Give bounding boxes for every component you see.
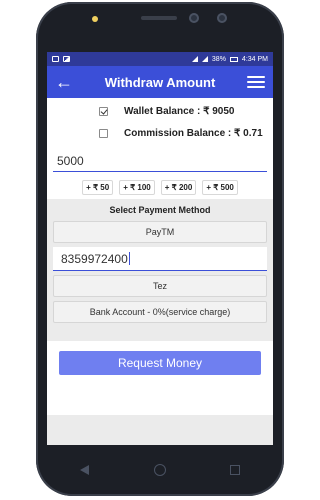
hamburger-menu-icon[interactable] bbox=[246, 76, 265, 88]
arrow-left-icon[interactable]: ← bbox=[55, 73, 73, 91]
balance-section: Wallet Balance : ₹ 9050 Commission Balan… bbox=[47, 98, 273, 199]
cta-area: Request Money bbox=[47, 341, 273, 415]
sensor-dot bbox=[92, 16, 98, 22]
commission-balance-checkbox[interactable] bbox=[99, 128, 108, 138]
phone-number-value: 8359972400 bbox=[61, 251, 128, 266]
front-camera-icon bbox=[189, 13, 199, 23]
speaker-grille bbox=[141, 16, 177, 20]
nav-home-icon[interactable] bbox=[153, 464, 166, 476]
wallet-balance-option[interactable]: Wallet Balance : ₹ 9050 bbox=[53, 100, 267, 122]
app-screen: 38% 4:34 PM ← Withdraw Amount Wallet Bal… bbox=[47, 52, 273, 445]
phone-number-input[interactable]: 8359972400 bbox=[53, 247, 267, 271]
hardware-nav-keys bbox=[80, 458, 240, 482]
amount-value: 5000 bbox=[57, 153, 84, 168]
quick-add-row: + ₹ 50 + ₹ 100 + ₹ 200 + ₹ 500 bbox=[53, 180, 267, 195]
quick-add-200-button[interactable]: + ₹ 200 bbox=[160, 180, 197, 195]
request-money-button[interactable]: Request Money bbox=[59, 351, 261, 375]
bank-account-button[interactable]: Bank Account - 0%(service charge) bbox=[53, 301, 267, 323]
quick-add-50-button[interactable]: + ₹ 50 bbox=[82, 180, 114, 195]
text-caret bbox=[128, 252, 130, 265]
image-icon bbox=[63, 56, 70, 62]
quick-add-500-button[interactable]: + ₹ 500 bbox=[202, 180, 238, 195]
signal-icon bbox=[201, 56, 208, 62]
battery-percent: 38% bbox=[211, 55, 226, 63]
paytm-button[interactable]: PayTM bbox=[53, 221, 267, 243]
app-bar: ← Withdraw Amount bbox=[47, 66, 273, 98]
signal-icon bbox=[191, 56, 198, 62]
mail-icon bbox=[52, 56, 59, 62]
quick-add-100-button[interactable]: + ₹ 100 bbox=[119, 180, 155, 195]
wallet-balance-checkbox[interactable] bbox=[99, 106, 108, 116]
payment-method-title: Select Payment Method bbox=[109, 205, 211, 215]
clock: 4:34 PM bbox=[241, 55, 268, 63]
wallet-balance-label: Wallet Balance : ₹ 9050 bbox=[124, 105, 235, 117]
status-bar: 38% 4:34 PM bbox=[47, 52, 273, 66]
front-camera-icon bbox=[217, 13, 227, 23]
battery-icon bbox=[229, 56, 238, 62]
tez-button[interactable]: Tez bbox=[53, 275, 267, 297]
amount-input[interactable]: 5000 bbox=[53, 150, 267, 172]
commission-balance-label: Commission Balance : ₹ 0.71 bbox=[124, 127, 263, 139]
page-title: Withdraw Amount bbox=[104, 74, 216, 90]
payment-method-section: Select Payment Method PayTM 8359972400 T… bbox=[47, 199, 273, 341]
nav-recent-apps-icon[interactable] bbox=[230, 465, 240, 475]
commission-balance-option[interactable]: Commission Balance : ₹ 0.71 bbox=[53, 122, 267, 144]
nav-back-icon[interactable] bbox=[80, 465, 89, 475]
